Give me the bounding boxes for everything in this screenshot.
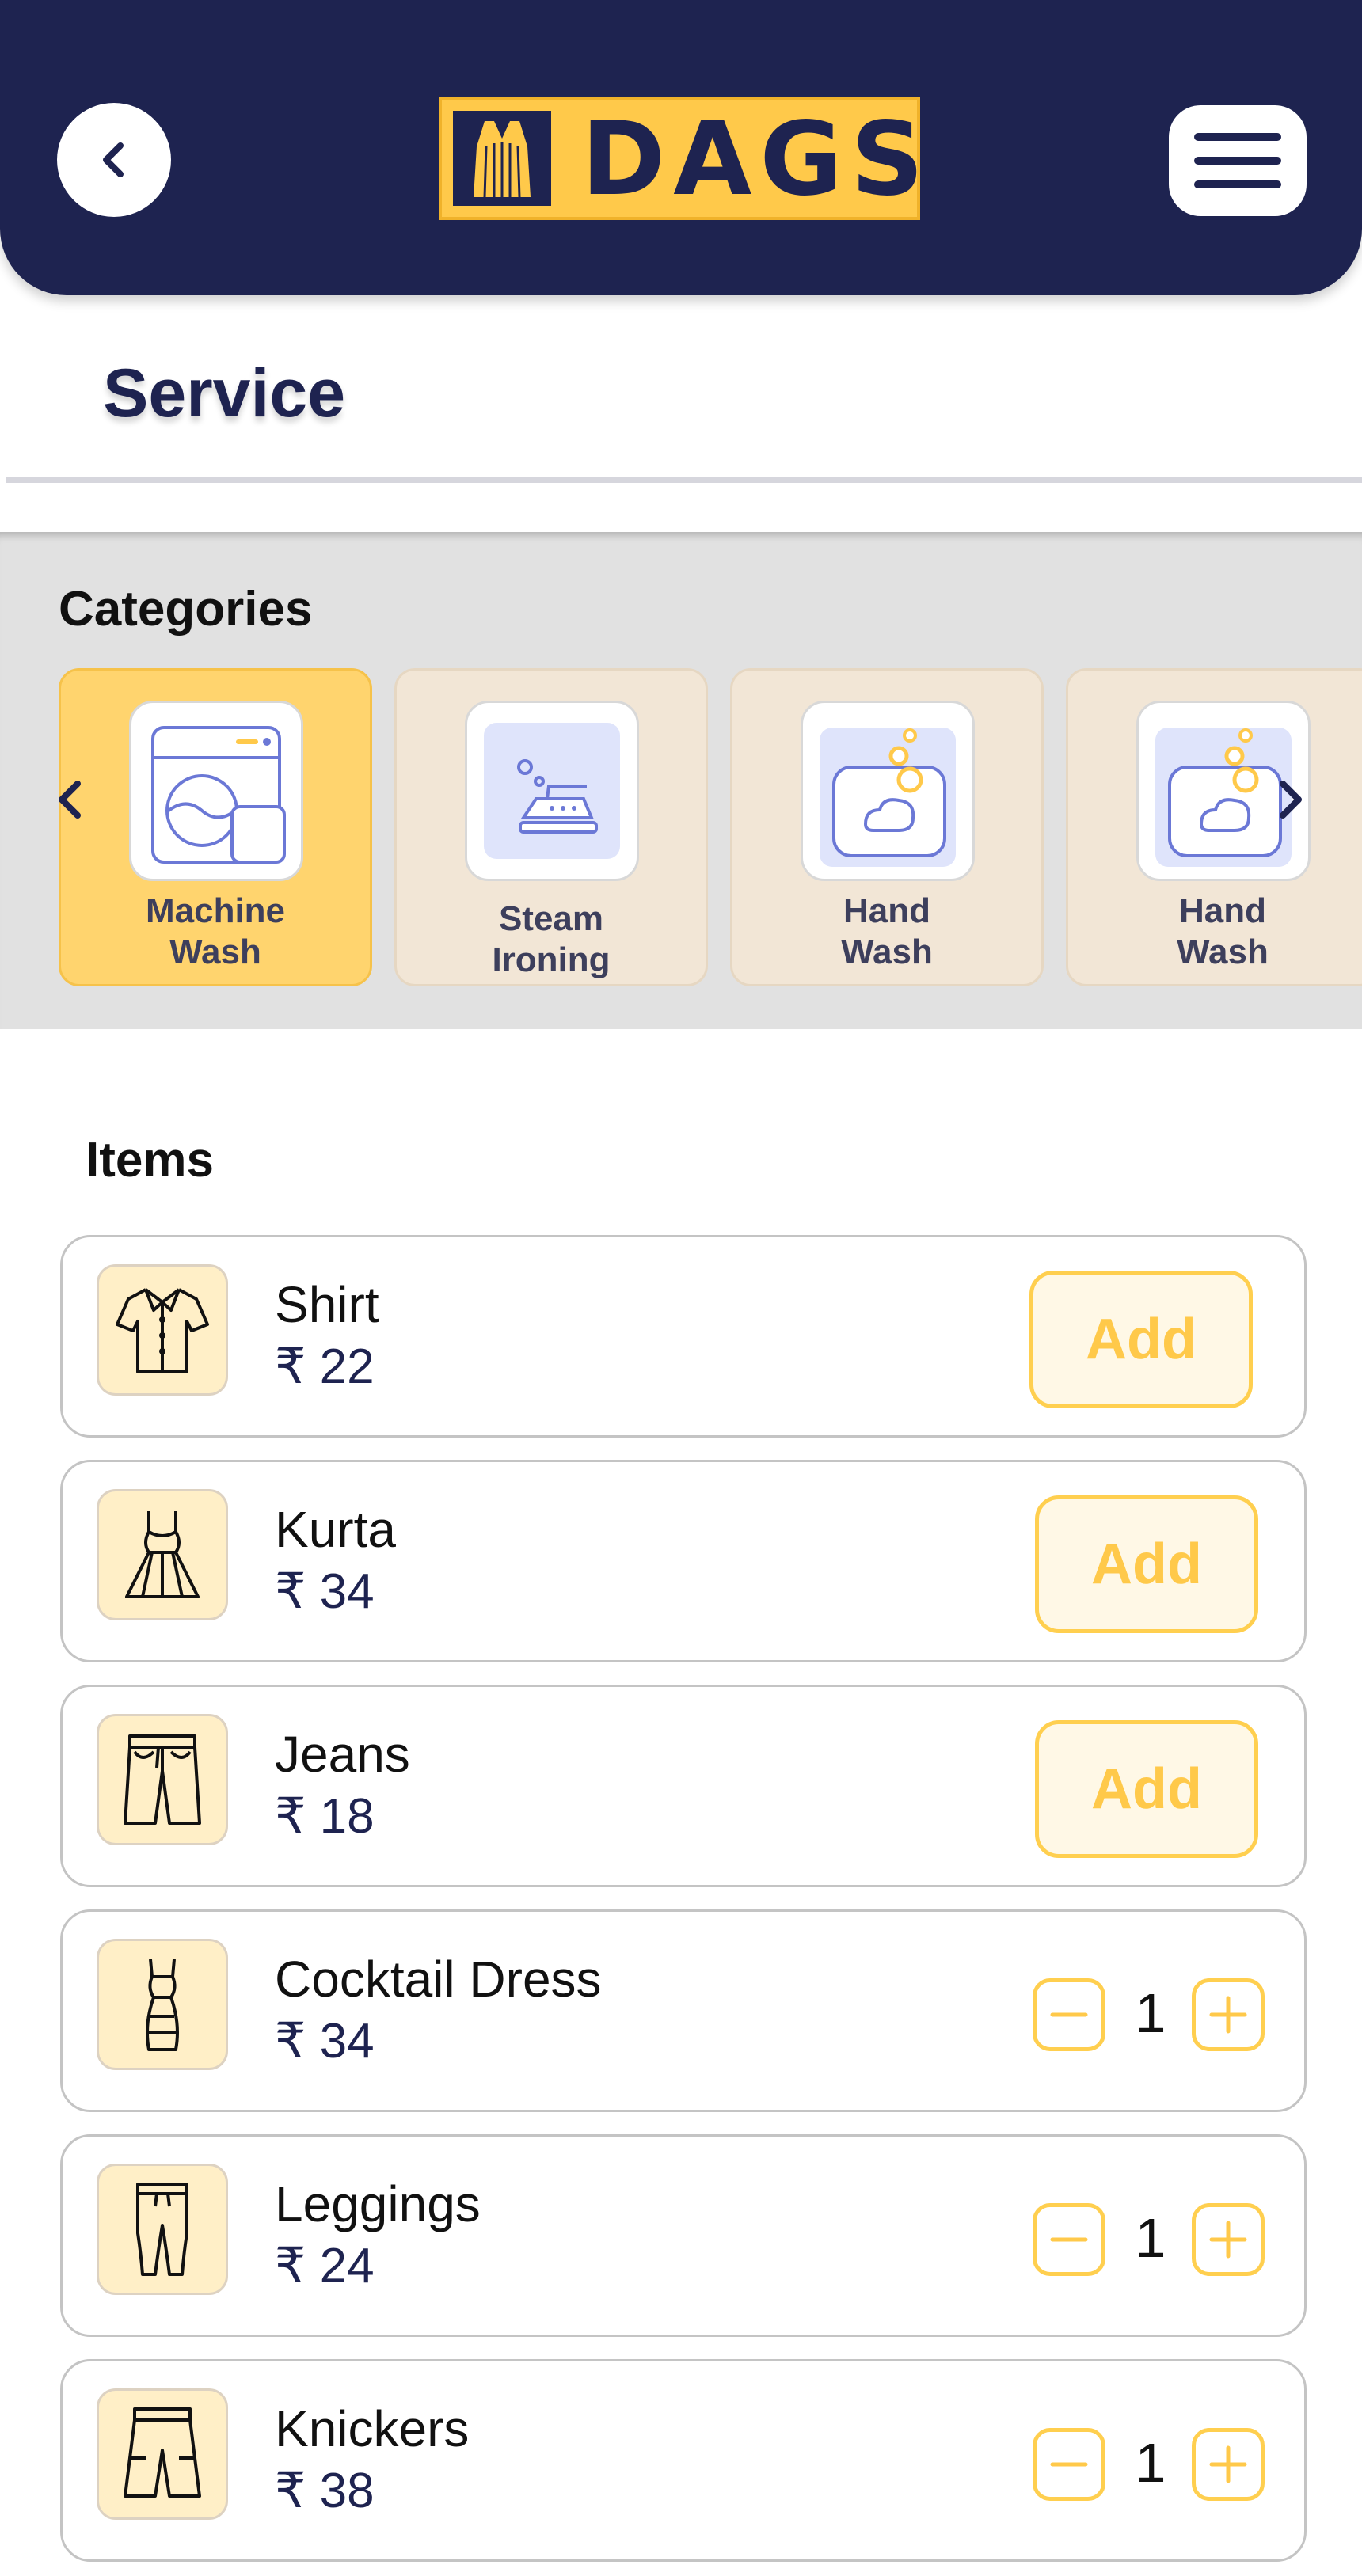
add-button[interactable]: Add: [1029, 1271, 1253, 1408]
category-label: Steam Ironing: [492, 899, 611, 979]
hand-wash-icon: [820, 728, 956, 867]
title-divider: [6, 477, 1362, 483]
decrease-quantity-button[interactable]: [1033, 2428, 1105, 2501]
item-row-cocktail-dress: Cocktail Dress ₹ 34 1: [60, 1909, 1307, 2112]
carousel-next-button[interactable]: [1273, 777, 1308, 830]
add-button[interactable]: Add: [1035, 1495, 1258, 1633]
kurta-icon: [125, 1511, 200, 1598]
item-price: ₹ 22: [275, 1339, 375, 1394]
hamburger-menu-button[interactable]: [1169, 105, 1307, 216]
jeans-icon: [124, 1734, 201, 1825]
chevron-left-icon: [103, 142, 124, 177]
item-row-knickers: Knickers ₹ 38 1: [60, 2359, 1307, 2562]
quantity-value: 1: [1135, 2432, 1166, 2494]
item-price: ₹ 34: [275, 2014, 375, 2069]
category-machine-wash[interactable]: Machine Wash: [59, 668, 372, 986]
logo-text: DAGS: [581, 101, 932, 218]
category-label: Hand Wash: [1177, 891, 1269, 971]
category-hand-wash-2[interactable]: Hand Wash: [1066, 668, 1362, 986]
app-header: DAGS: [0, 0, 1362, 295]
chevron-right-icon: [1280, 781, 1302, 819]
item-name: Leggings: [275, 2175, 481, 2232]
categories-section: Categories Machine Wash Steam Ironing Ha…: [0, 532, 1362, 1029]
item-name: Cocktail Dress: [275, 1951, 602, 2008]
shirt-icon: [116, 1288, 209, 1373]
dags-logo: DAGS: [439, 97, 924, 220]
minus-icon: [1050, 2462, 1088, 2467]
cocktail-dress-icon: [146, 1959, 179, 2051]
vest-logo-icon: [453, 111, 551, 206]
leggings-icon: [136, 2183, 188, 2276]
chevron-left-icon: [59, 781, 81, 819]
decrease-quantity-button[interactable]: [1033, 1978, 1105, 2051]
increase-quantity-button[interactable]: [1192, 1978, 1265, 2051]
category-label: Machine Wash: [145, 891, 286, 971]
plus-icon: [1209, 2445, 1247, 2483]
knickers-icon: [124, 2407, 201, 2498]
item-row-jeans: Jeans ₹ 18 Add: [60, 1685, 1307, 1887]
category-steam-ironing[interactable]: Steam Ironing: [394, 668, 708, 986]
item-price: ₹ 34: [275, 1564, 375, 1619]
item-row-shirt: Shirt ₹ 22 Add: [60, 1235, 1307, 1438]
back-button[interactable]: [57, 103, 171, 217]
increase-quantity-button[interactable]: [1192, 2203, 1265, 2276]
category-hand-wash[interactable]: Hand Wash: [730, 668, 1044, 986]
hamburger-icon: [1194, 133, 1281, 188]
item-price: ₹ 18: [275, 1789, 375, 1844]
item-name: Shirt: [275, 1276, 379, 1333]
category-label: Hand Wash: [841, 891, 933, 971]
add-button[interactable]: Add: [1035, 1720, 1258, 1858]
item-row-kurta: Kurta ₹ 34 Add: [60, 1460, 1307, 1662]
categories-heading: Categories: [59, 582, 313, 636]
carousel-prev-button[interactable]: [52, 777, 87, 830]
quantity-value: 1: [1135, 1982, 1166, 2044]
washing-machine-icon: [151, 726, 286, 864]
item-row-leggings: Leggings ₹ 24 1: [60, 2134, 1307, 2337]
steam-iron-icon: [484, 723, 620, 859]
page-title: Service: [103, 355, 346, 431]
increase-quantity-button[interactable]: [1192, 2428, 1265, 2501]
items-heading: Items: [86, 1133, 214, 1187]
item-name: Kurta: [275, 1501, 396, 1558]
item-name: Jeans: [275, 1726, 410, 1783]
item-name: Knickers: [275, 2400, 470, 2457]
item-price: ₹ 24: [275, 2239, 375, 2293]
plus-icon: [1209, 2221, 1247, 2259]
minus-icon: [1050, 2237, 1088, 2242]
item-price: ₹ 38: [275, 2464, 375, 2518]
quantity-value: 1: [1135, 2207, 1166, 2269]
plus-icon: [1209, 1996, 1247, 2034]
minus-icon: [1050, 2012, 1088, 2017]
decrease-quantity-button[interactable]: [1033, 2203, 1105, 2276]
